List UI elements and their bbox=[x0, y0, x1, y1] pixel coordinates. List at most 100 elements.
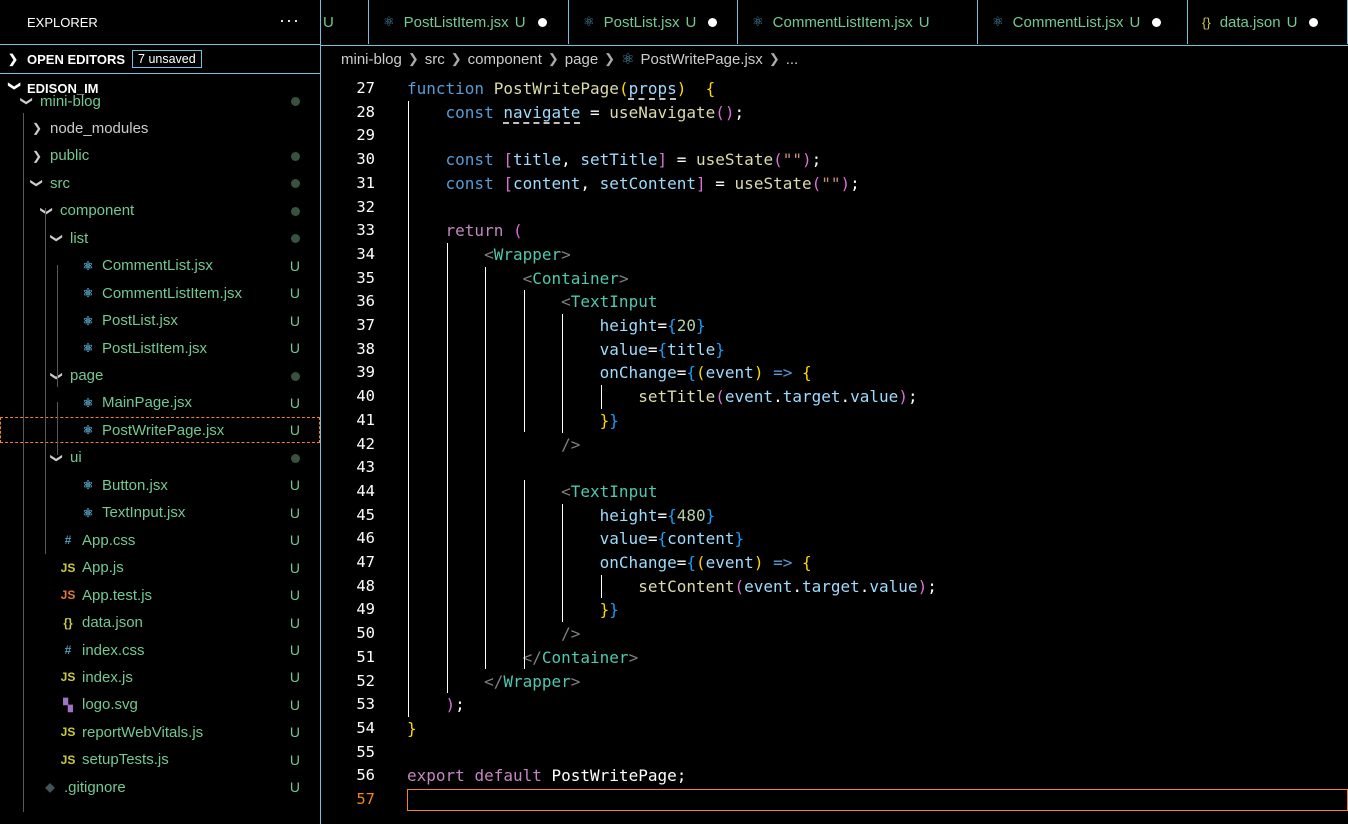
file-item[interactable]: ◆ .gitignore U bbox=[0, 774, 320, 800]
file-item[interactable]: ⚛ CommentListItem.jsx U bbox=[0, 280, 320, 306]
line-number: 50 bbox=[356, 624, 375, 643]
folder-item[interactable]: ❯ src bbox=[0, 170, 320, 196]
folder-item[interactable]: ❯ node_modules bbox=[0, 115, 320, 141]
code-line[interactable]: return ( bbox=[407, 219, 523, 243]
code-line[interactable]: <TextInput bbox=[407, 290, 657, 314]
unsaved-dot-icon[interactable] bbox=[537, 17, 547, 27]
file-item[interactable]: ▚ logo.svg U bbox=[0, 692, 320, 718]
code-line[interactable]: <TextInput bbox=[407, 480, 657, 504]
line-number: 55 bbox=[356, 742, 375, 761]
line-number: 47 bbox=[356, 553, 375, 571]
code-token: { bbox=[657, 339, 668, 359]
code-line[interactable]: value={content} bbox=[407, 527, 745, 551]
file-item[interactable]: JS reportWebVitals.js U bbox=[0, 719, 320, 745]
code-token: ; bbox=[811, 150, 822, 170]
editor-tab[interactable]: U bbox=[321, 0, 369, 44]
breadcrumb-item[interactable]: page bbox=[565, 51, 598, 68]
explorer-sidebar: EXPLORER ··· ❯ OPEN EDITORS 7 unsaved ❯ … bbox=[0, 0, 321, 824]
editor-tab[interactable]: ⚛ CommentListItem.jsx U bbox=[738, 0, 978, 44]
code-line[interactable]: function PostWritePage(props) { bbox=[407, 77, 715, 101]
unsaved-dot-icon[interactable] bbox=[1309, 17, 1319, 27]
folder-item[interactable]: ❯ list bbox=[0, 225, 320, 251]
code-line[interactable]: <Wrapper> bbox=[407, 243, 571, 267]
file-item[interactable]: ⚛ Button.jsx U bbox=[0, 472, 320, 498]
code-line[interactable]: export default PostWritePage; bbox=[407, 764, 686, 788]
code-line[interactable]: <Container> bbox=[407, 267, 629, 291]
tree-item-label: index.js bbox=[82, 668, 133, 686]
code-token: ; bbox=[907, 387, 918, 407]
folder-item[interactable]: ❯ ui bbox=[0, 445, 320, 471]
editor-tab[interactable]: {} data.json U bbox=[1188, 0, 1348, 44]
code-line[interactable]: /> bbox=[407, 622, 580, 646]
code-line[interactable]: setContent(event.target.value); bbox=[407, 575, 937, 599]
git-status-badge: U bbox=[289, 669, 300, 686]
file-item[interactable]: # App.css U bbox=[0, 527, 320, 553]
breadcrumb: mini-blog ❯ src ❯ component ❯ page ❯ ⚛ PostWriteP… bbox=[341, 46, 798, 72]
code-token: target bbox=[782, 387, 841, 407]
code-line[interactable]: } bbox=[407, 717, 417, 741]
code-token: useState bbox=[734, 173, 812, 193]
code-token: PostWritePage bbox=[493, 79, 619, 98]
chevron-right-icon: ❯ bbox=[31, 148, 43, 163]
file-item[interactable]: # index.css U bbox=[0, 637, 320, 663]
unsaved-dot-icon[interactable] bbox=[1152, 17, 1162, 27]
code-line[interactable]: height={20} bbox=[407, 314, 706, 338]
code-token: [ bbox=[503, 150, 513, 170]
breadcrumb-item[interactable]: src bbox=[425, 51, 445, 68]
file-item[interactable]: ⚛ TextInput.jsx U bbox=[0, 500, 320, 526]
more-actions-icon[interactable]: ··· bbox=[279, 10, 300, 31]
unsaved-dot-icon[interactable] bbox=[708, 17, 718, 27]
code-line[interactable]: value={title} bbox=[407, 338, 725, 362]
code-line[interactable]: }} bbox=[407, 598, 619, 622]
line-number: 35 bbox=[356, 268, 375, 287]
file-item[interactable]: ⚛ MainPage.jsx U bbox=[0, 390, 320, 416]
code-line[interactable]: /> bbox=[407, 433, 580, 457]
code-line[interactable]: const [title, setTitle] = useState(""); bbox=[407, 148, 822, 172]
css-hash-icon: # bbox=[64, 533, 72, 548]
git-status-badge: U bbox=[1129, 13, 1141, 31]
code-editor[interactable]: 27 function PostWritePage(props) {28 cons… bbox=[321, 77, 1348, 824]
code-line[interactable]: }} bbox=[407, 409, 619, 433]
folder-item[interactable]: ❯ component bbox=[0, 198, 320, 224]
code-line[interactable]: ); bbox=[407, 693, 465, 717]
file-item[interactable]: {} data.json U bbox=[0, 610, 320, 636]
folder-item[interactable]: ❯ mini-blog bbox=[0, 88, 320, 114]
tree-item-label: MainPage.jsx bbox=[102, 394, 193, 412]
file-item[interactable]: JS App.js U bbox=[0, 555, 320, 581]
javascript-icon: JS bbox=[60, 725, 76, 740]
code-line[interactable]: onChange={(event) => { bbox=[407, 551, 812, 575]
code-token: TextInput bbox=[570, 292, 658, 312]
breadcrumb-item[interactable]: component bbox=[468, 51, 542, 68]
file-item[interactable]: ⚛ PostWritePage.jsx U bbox=[0, 417, 320, 444]
code-line[interactable]: const [content, setContent] = useState("… bbox=[407, 172, 860, 196]
explorer-title: EXPLORER bbox=[27, 14, 98, 30]
file-item[interactable]: ⚛ PostList.jsx U bbox=[0, 308, 320, 334]
code-token: = bbox=[580, 102, 610, 122]
file-item[interactable]: JS App.test.js U bbox=[0, 582, 320, 608]
code-line[interactable]: </Wrapper> bbox=[407, 670, 580, 694]
file-item[interactable]: ⚛ CommentList.jsx U bbox=[0, 253, 320, 279]
breadcrumb-item[interactable]: mini-blog bbox=[341, 51, 402, 68]
code-line[interactable]: const navigate = useNavigate(); bbox=[407, 101, 745, 125]
code-token: "" bbox=[782, 150, 802, 170]
git-status-badge: U bbox=[289, 422, 300, 439]
code-token: ) bbox=[801, 150, 812, 170]
breadcrumb-item[interactable]: ... bbox=[786, 51, 799, 68]
open-editors-section[interactable]: ❯ OPEN EDITORS 7 unsaved bbox=[0, 44, 320, 73]
file-item[interactable]: JS setupTests.js U bbox=[0, 747, 320, 773]
folder-item[interactable]: ❯ public bbox=[0, 143, 320, 169]
code-token: ] bbox=[696, 173, 706, 193]
file-item[interactable]: JS index.js U bbox=[0, 664, 320, 690]
code-line[interactable]: setTitle(event.target.value); bbox=[407, 385, 918, 409]
editor-tab[interactable]: ⚛ CommentList.jsx U bbox=[978, 0, 1188, 44]
breadcrumb-item[interactable]: PostWritePage.jsx bbox=[641, 51, 763, 68]
code-token: event bbox=[724, 387, 774, 407]
editor-tab[interactable]: ⚛ PostList.jsx U bbox=[569, 0, 738, 44]
file-item[interactable]: ⚛ PostListItem.jsx U bbox=[0, 335, 320, 361]
editor-tab[interactable]: ⚛ PostListItem.jsx U bbox=[369, 0, 569, 44]
code-line[interactable]: onChange={(event) => { bbox=[407, 361, 812, 385]
folder-item[interactable]: ❯page bbox=[0, 363, 320, 389]
